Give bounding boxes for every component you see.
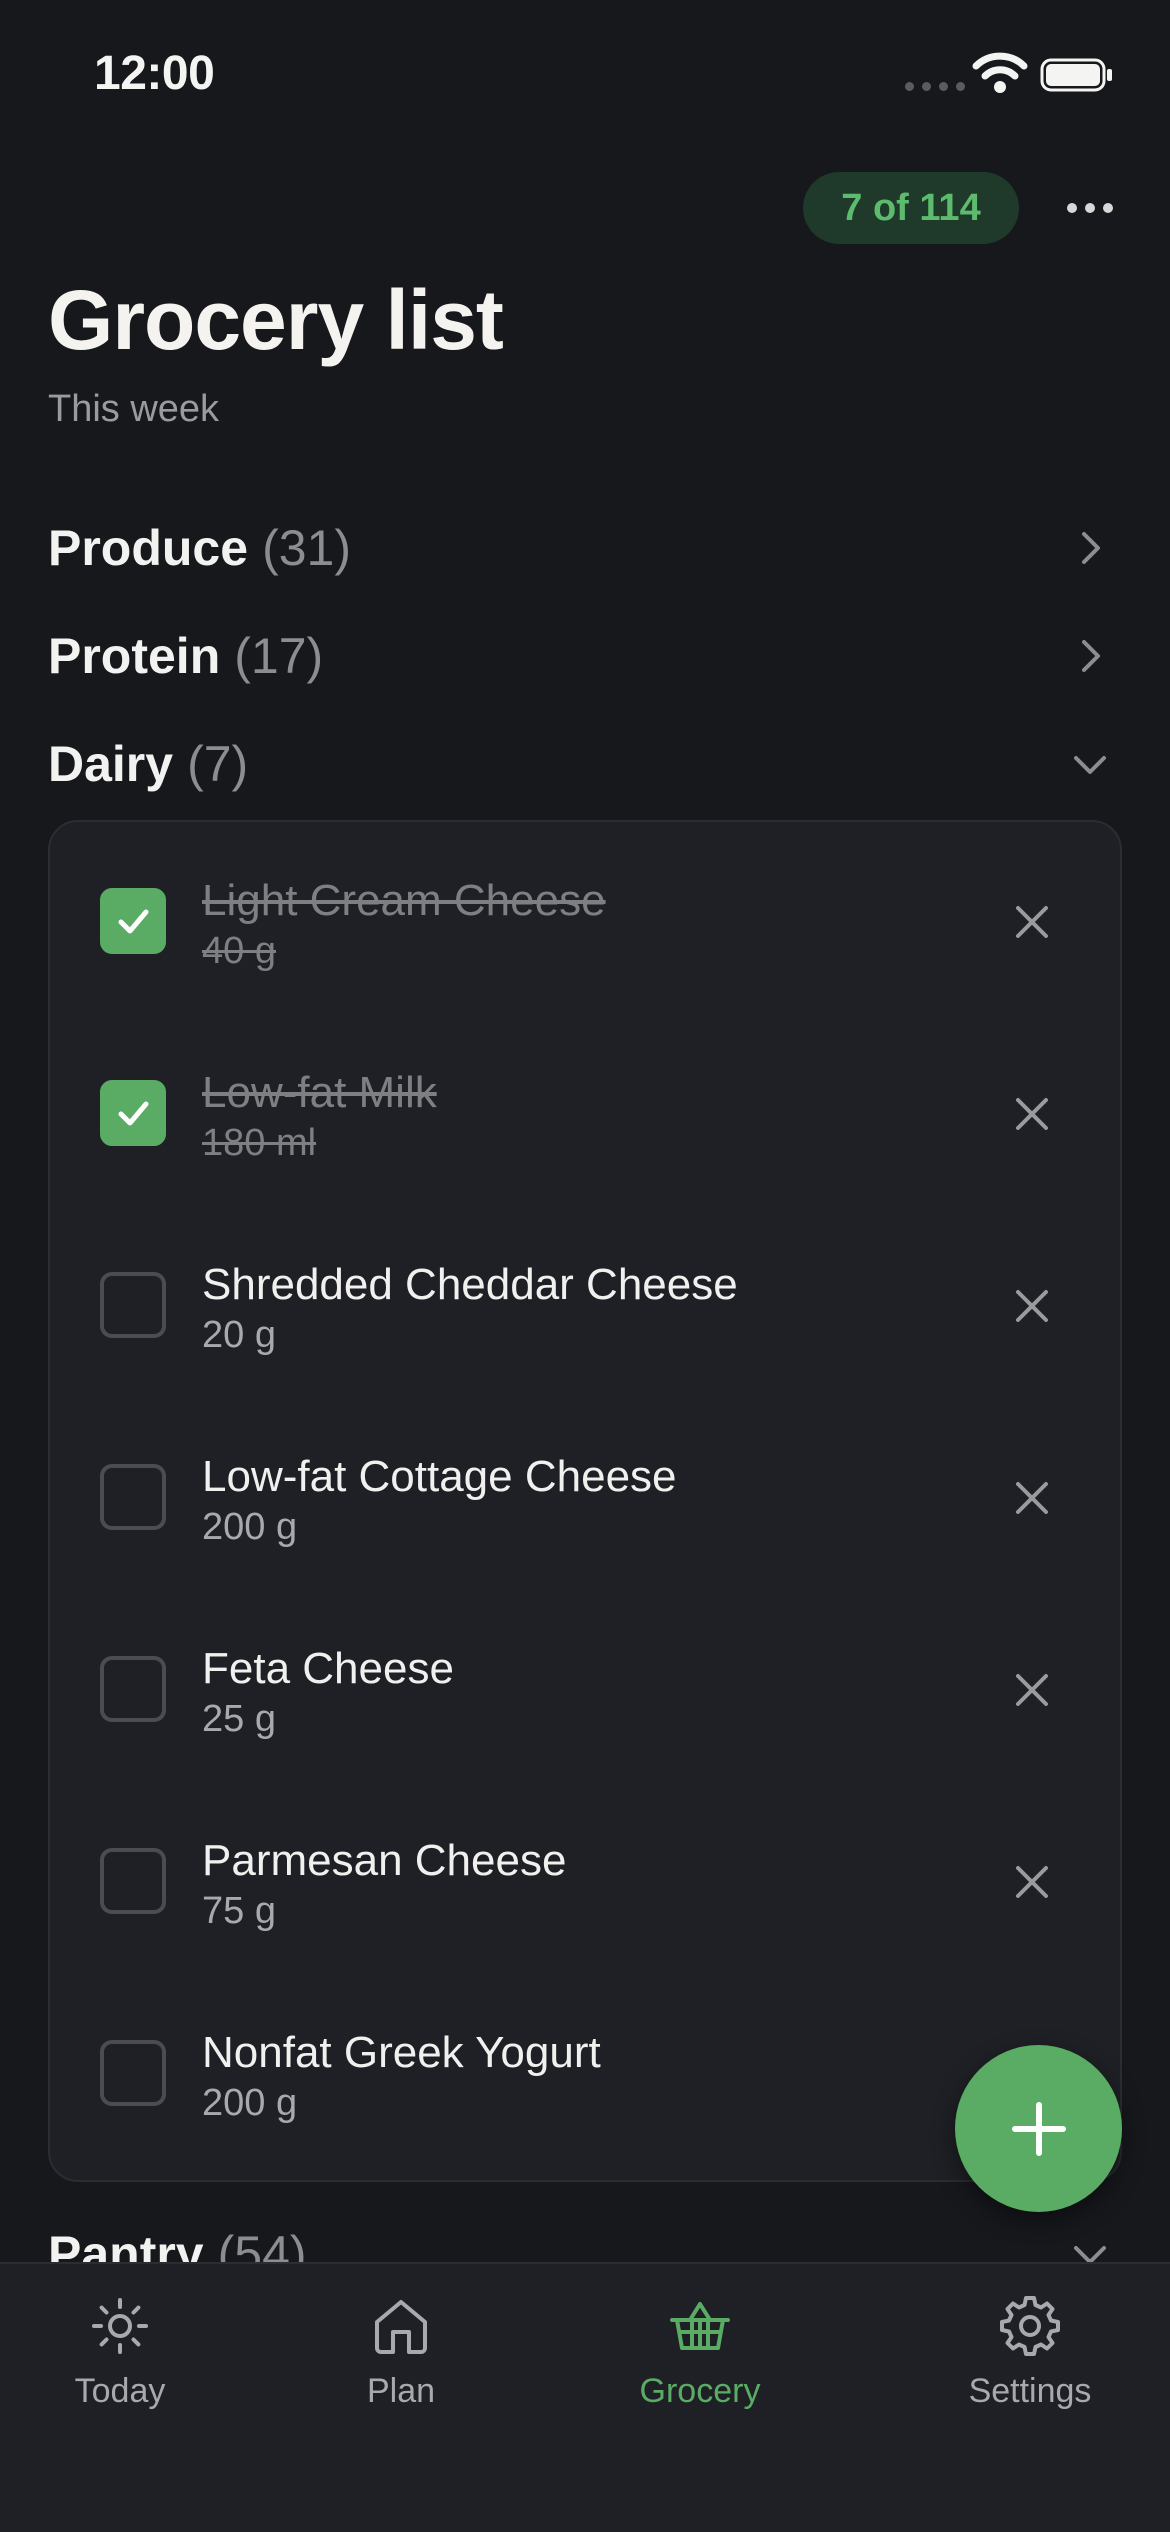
section-count: (7) xyxy=(187,736,249,792)
home-icon xyxy=(375,2300,427,2354)
item-name: Low-fat Cottage Cheese xyxy=(202,1452,677,1501)
grocery-screen: 12:00 7 of 114 Grocery list This week Pr… xyxy=(0,0,1170,2532)
list-item: Shredded Cheddar Cheese 20 g xyxy=(50,1206,1120,1398)
section-dairy[interactable]: Dairy (7) xyxy=(48,724,1122,804)
tab-label: Plan xyxy=(366,2372,436,2410)
item-name: Feta Cheese xyxy=(202,1644,454,1693)
sun-icon xyxy=(92,2298,148,2354)
add-item-button[interactable] xyxy=(955,2045,1122,2212)
tab-label: Grocery xyxy=(639,2372,761,2410)
item-quantity: 200 g xyxy=(202,1506,298,1548)
section-produce[interactable]: Produce (31) xyxy=(48,508,1122,588)
status-bar: 12:00 xyxy=(0,0,1170,140)
list-item: Parmesan Cheese 75 g xyxy=(50,1782,1120,1974)
chevron-down-icon xyxy=(1074,756,1106,774)
tab-plan[interactable]: Plan xyxy=(291,2294,511,2424)
item-checkbox[interactable] xyxy=(100,2040,166,2106)
item-name: Parmesan Cheese xyxy=(202,1836,567,1885)
section-name: Protein xyxy=(48,628,221,684)
list-item: Feta Cheese 25 g xyxy=(50,1590,1120,1782)
progress-pill: 7 of 114 xyxy=(803,172,1019,244)
item-quantity: 180 ml xyxy=(202,1122,317,1164)
item-quantity: 20 g xyxy=(202,1314,276,1356)
section-count: (17) xyxy=(234,628,324,684)
chevron-right-icon xyxy=(1082,532,1100,564)
tab-grocery[interactable]: Grocery xyxy=(590,2294,810,2424)
status-time: 12:00 xyxy=(94,47,215,100)
chevron-right-icon xyxy=(1082,640,1100,672)
gear-icon xyxy=(1000,2296,1060,2356)
page-subtitle: This week xyxy=(48,388,220,430)
list-item: Low-fat Cottage Cheese 200 g xyxy=(50,1398,1120,1590)
item-checkbox[interactable] xyxy=(100,888,166,954)
tab-bar: Today Plan Grocery Settings xyxy=(0,2262,1170,2532)
section-name: Dairy xyxy=(48,736,174,792)
battery-icon xyxy=(1040,58,1112,92)
more-options-button[interactable] xyxy=(1058,188,1122,228)
item-name: Low-fat Milk xyxy=(202,1068,437,1117)
wifi-icon xyxy=(972,52,1028,93)
section-protein[interactable]: Protein (17) xyxy=(48,616,1122,696)
close-icon[interactable] xyxy=(1012,1478,1052,1518)
tab-label: Today xyxy=(74,2372,166,2410)
close-icon[interactable] xyxy=(1012,1286,1052,1326)
section-name: Produce xyxy=(48,520,249,576)
close-icon[interactable] xyxy=(1012,1670,1052,1710)
list-item: Low-fat Milk 180 ml xyxy=(50,1014,1120,1206)
ellipsis-icon xyxy=(1067,203,1077,213)
list-item: Light Cream Cheese 40 g xyxy=(50,822,1120,1014)
dairy-items-card: Light Cream Cheese 40 g Low-fat Milk 180… xyxy=(48,820,1122,2182)
close-icon[interactable] xyxy=(1012,1094,1052,1134)
page-title: Grocery list xyxy=(48,273,504,367)
tab-today[interactable]: Today xyxy=(10,2294,230,2424)
item-name: Shredded Cheddar Cheese xyxy=(202,1260,738,1309)
basket-icon xyxy=(670,2302,730,2350)
item-name: Nonfat Greek Yogurt xyxy=(202,2028,601,2077)
close-icon[interactable] xyxy=(1012,1862,1052,1902)
item-quantity: 75 g xyxy=(202,1890,276,1932)
item-checkbox[interactable] xyxy=(100,1080,166,1146)
plus-icon xyxy=(1011,2101,1066,2156)
item-checkbox[interactable] xyxy=(100,1272,166,1338)
checkmark-icon xyxy=(118,1101,149,1126)
tab-label: Settings xyxy=(968,2372,1092,2410)
item-quantity: 200 g xyxy=(202,2082,298,2124)
cellular-signal-icon xyxy=(905,82,965,91)
checkmark-icon xyxy=(118,909,149,934)
item-quantity: 40 g xyxy=(202,930,276,972)
item-quantity: 25 g xyxy=(202,1698,276,1740)
item-name: Light Cream Cheese xyxy=(202,876,606,925)
tab-settings[interactable]: Settings xyxy=(920,2294,1140,2424)
item-checkbox[interactable] xyxy=(100,1464,166,1530)
item-checkbox[interactable] xyxy=(100,1656,166,1722)
close-icon[interactable] xyxy=(1012,902,1052,942)
item-checkbox[interactable] xyxy=(100,1848,166,1914)
section-count: (31) xyxy=(262,520,351,576)
